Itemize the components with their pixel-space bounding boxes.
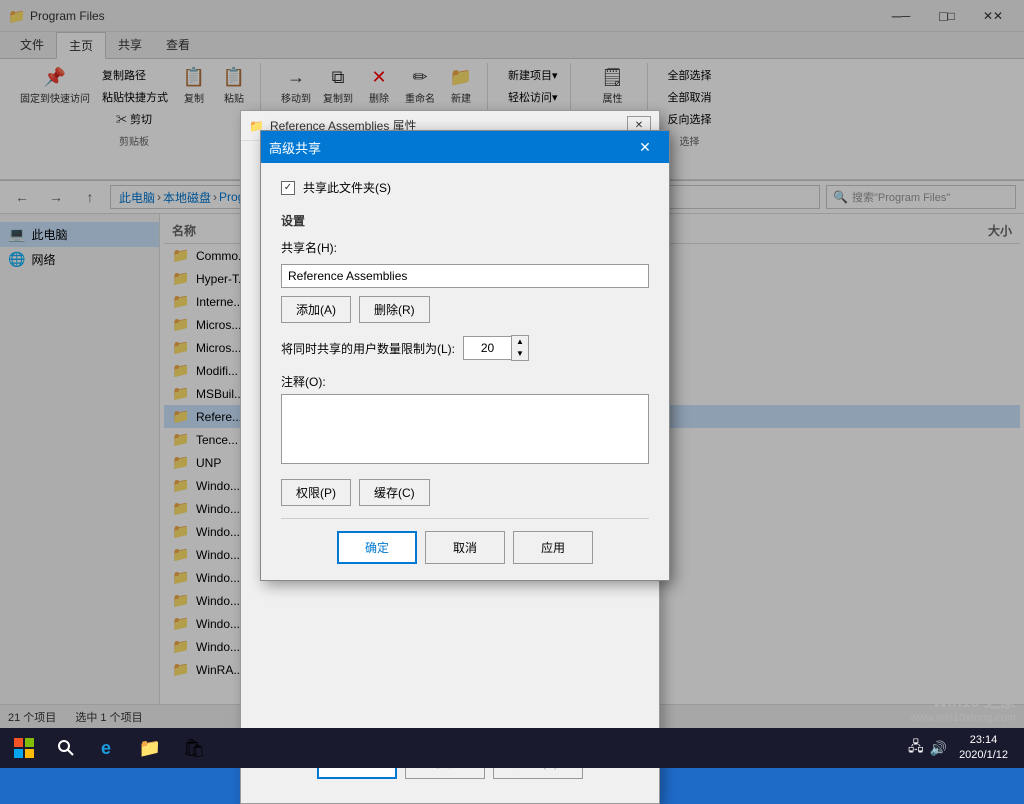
adv-apply-button[interactable]: 应用: [513, 531, 593, 564]
taskbar-clock[interactable]: 23:14 2020/1/12: [959, 733, 1016, 764]
taskbar: e 📁 🛍 🖧 🔊 23:14 2020/1/12: [0, 728, 1024, 768]
share-checkbox-label: 共享此文件夹(S): [303, 179, 391, 196]
taskbar-search-icon: [58, 740, 74, 756]
spinner-buttons: ▲ ▼: [511, 335, 529, 361]
add-remove-buttons: 添加(A) 删除(R): [281, 296, 649, 323]
tray-icons: 🖧 🔊: [908, 736, 947, 760]
permissions-button[interactable]: 权限(P): [281, 479, 351, 506]
tray-network-icon[interactable]: 🖧: [908, 736, 924, 760]
adv-close-button[interactable]: ✕: [629, 131, 661, 163]
share-name-row: 共享名(H):: [281, 239, 649, 256]
separator: [281, 518, 649, 519]
comment-label: 注释(O):: [281, 373, 649, 390]
limit-spinner: ▲ ▼: [463, 335, 529, 361]
adv-dialog-content: 共享此文件夹(S) 设置 共享名(H): 添加(A) 删除(R) 将同时共享的用…: [261, 163, 669, 580]
share-checkbox[interactable]: [281, 181, 295, 195]
comment-textarea[interactable]: [281, 394, 649, 464]
adv-cancel-button[interactable]: 取消: [425, 531, 505, 564]
remove-button[interactable]: 删除(R): [359, 296, 430, 323]
tray-volume-icon[interactable]: 🔊: [930, 740, 947, 757]
adv-dialog-title: 高级共享: [269, 138, 623, 157]
share-name-input[interactable]: [281, 264, 649, 288]
start-button[interactable]: [0, 728, 48, 768]
spinner-down-button[interactable]: ▼: [512, 348, 528, 360]
limit-row: 将同时共享的用户数量限制为(L): ▲ ▼: [281, 335, 649, 361]
windows-logo-icon: [14, 738, 34, 758]
taskbar-ie-icon[interactable]: e: [84, 728, 128, 768]
limit-input[interactable]: [463, 336, 511, 360]
share-checkbox-row: 共享此文件夹(S): [281, 179, 649, 196]
folder-taskbar-icon: 📁: [139, 738, 161, 759]
cache-button[interactable]: 缓存(C): [359, 479, 430, 506]
limit-label: 将同时共享的用户数量限制为(L):: [281, 340, 455, 357]
adv-title-bar: 高级共享 ✕: [261, 131, 669, 163]
spinner-up-button[interactable]: ▲: [512, 336, 528, 348]
permissions-cache-row: 权限(P) 缓存(C): [281, 479, 649, 506]
ok-cancel-apply-row: 确定 取消 应用: [281, 531, 649, 564]
share-name-label: 共享名(H):: [281, 239, 351, 256]
adv-ok-button[interactable]: 确定: [337, 531, 417, 564]
add-button[interactable]: 添加(A): [281, 296, 351, 323]
taskbar-search-button[interactable]: [48, 728, 84, 768]
store-icon: 🛍: [183, 738, 206, 759]
settings-section-label: 设置: [281, 212, 649, 229]
clock-date: 2020/1/12: [959, 748, 1008, 763]
ie-icon: e: [101, 738, 111, 759]
taskbar-store-icon[interactable]: 🛍: [172, 728, 216, 768]
taskbar-folder-icon[interactable]: 📁: [128, 728, 172, 768]
clock-time: 23:14: [959, 733, 1008, 748]
advanced-sharing-dialog: 高级共享 ✕ 共享此文件夹(S) 设置 共享名(H): 添加(A) 删除(R) …: [260, 130, 670, 581]
taskbar-tray: 🖧 🔊 23:14 2020/1/12: [908, 733, 1024, 764]
